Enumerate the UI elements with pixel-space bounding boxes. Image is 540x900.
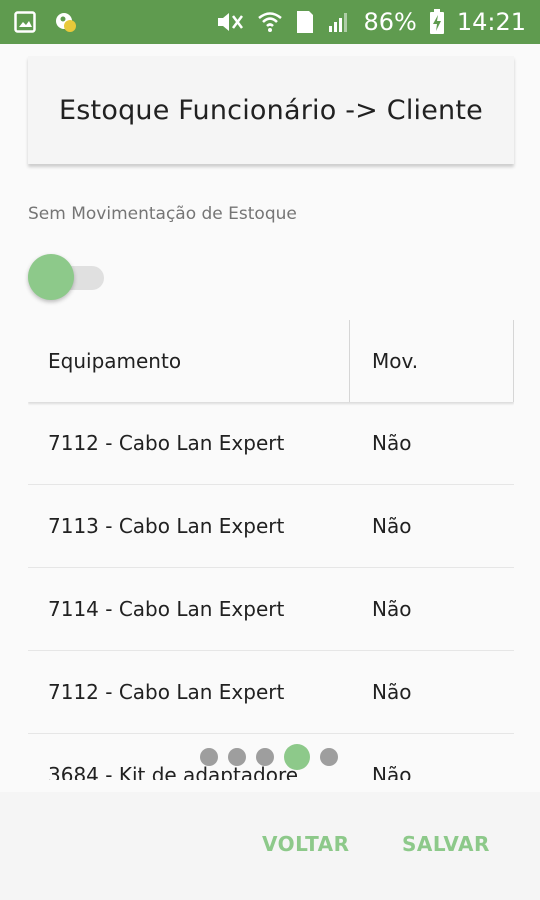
cell-mov: Não xyxy=(372,763,412,780)
page-dot[interactable] xyxy=(256,748,274,766)
page-title: Estoque Funcionário -> Cliente xyxy=(59,94,483,126)
page-dot[interactable] xyxy=(320,748,338,766)
salvar-button[interactable]: SALVAR xyxy=(402,832,490,856)
voltar-button[interactable]: VOLTAR xyxy=(262,832,350,856)
status-bar: 86% 14:21 xyxy=(0,0,540,44)
column-header-equipamento[interactable]: Equipamento xyxy=(28,320,350,402)
cell-mov: Não xyxy=(372,680,412,704)
sem-movimentacao-switch[interactable] xyxy=(28,254,104,300)
page-indicator xyxy=(200,744,338,770)
cell-equipamento: 7113 - Cabo Lan Expert xyxy=(48,514,285,538)
table-row[interactable]: 7112 - Cabo Lan Expert Não xyxy=(28,651,514,734)
cell-equipamento: 7112 - Cabo Lan Expert xyxy=(48,431,285,455)
battery-percentage: 86% xyxy=(363,8,417,36)
app-notification-icon xyxy=(54,9,78,35)
cell-mov: Não xyxy=(372,431,412,455)
battery-icon xyxy=(429,9,445,35)
cell-mov: Não xyxy=(372,514,412,538)
page-dot[interactable] xyxy=(228,748,246,766)
table-row[interactable]: 7114 - Cabo Lan Expert Não xyxy=(28,568,514,651)
cell-equipamento: 7114 - Cabo Lan Expert xyxy=(48,597,285,621)
mute-icon xyxy=(215,10,245,34)
cell-equipamento: 7112 - Cabo Lan Expert xyxy=(48,680,285,704)
page-dot-active[interactable] xyxy=(284,744,310,770)
gallery-icon xyxy=(14,11,36,33)
table-header: Equipamento Mov. xyxy=(28,320,514,402)
wifi-icon xyxy=(257,10,283,34)
header-card: Estoque Funcionário -> Cliente xyxy=(28,56,514,164)
sim-icon xyxy=(295,9,315,35)
signal-icon xyxy=(327,10,351,34)
column-header-mov[interactable]: Mov. xyxy=(350,320,514,402)
clock: 14:21 xyxy=(456,8,526,36)
cell-mov: Não xyxy=(372,597,412,621)
switch-label: Sem Movimentação de Estoque xyxy=(28,204,297,224)
table-row[interactable]: 7112 - Cabo Lan Expert Não xyxy=(28,402,514,485)
switch-thumb[interactable] xyxy=(28,254,74,300)
table-row[interactable]: 7113 - Cabo Lan Expert Não xyxy=(28,485,514,568)
equipment-table[interactable]: Equipamento Mov. 7112 - Cabo Lan Expert … xyxy=(28,320,514,780)
page-dot[interactable] xyxy=(200,748,218,766)
